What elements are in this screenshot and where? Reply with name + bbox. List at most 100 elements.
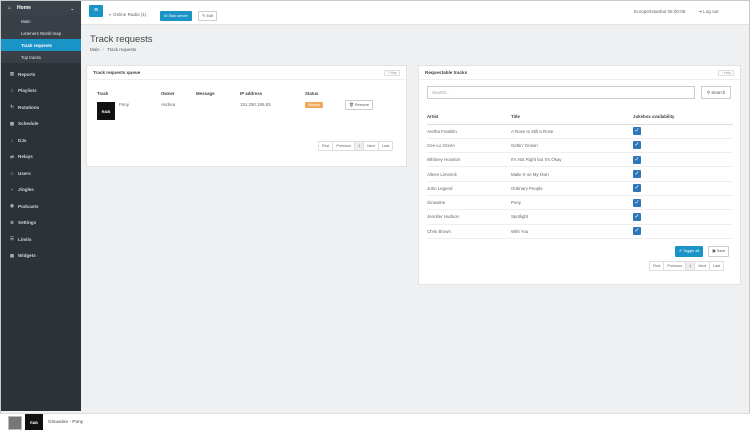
sidebar-item-label: Jingles [18, 187, 34, 193]
save-button[interactable]: ▣ Save [708, 246, 730, 257]
remove-button[interactable]: 🗑︎ Remove [345, 100, 374, 110]
jukebox-availability-cell: ✓ [633, 152, 733, 168]
sidebar-subitem-label: Listeners World map [21, 30, 62, 36]
availability-checkbox[interactable]: ✓ [633, 155, 641, 164]
pagination-previous-button[interactable]: Previous [333, 142, 356, 150]
edit-button[interactable]: ✎ Edit [198, 11, 218, 21]
stat-server-button[interactable]: ⛁ Stat server [160, 11, 192, 21]
sidebar-home-label: Home [17, 5, 31, 11]
sidebar-subitem[interactable]: Track requests [1, 39, 81, 51]
sidebar-item[interactable]: ♪ DJs [1, 132, 81, 149]
status-badge: Viewed [305, 102, 323, 108]
availability-checkbox[interactable]: ✓ [633, 198, 641, 207]
sidebar-item-label: DJs [18, 137, 27, 143]
sidebar-item[interactable]: ☺ Users [1, 165, 81, 182]
search-input[interactable]: Search... [427, 86, 695, 99]
jukebox-availability-cell: ✓ [633, 224, 733, 239]
sidebar-item[interactable]: ↻ Rotations [1, 99, 81, 116]
queue-message-cell [196, 99, 240, 120]
microphone-icon: ♪ [10, 137, 14, 143]
sidebar-item[interactable]: ▥ Reports [1, 66, 81, 83]
sidebar-subitem[interactable]: Listeners World map [1, 27, 81, 39]
radio-selector[interactable]: ▾ Online Radio (1) [109, 12, 146, 17]
tracks-help-button[interactable]: ? Help [718, 70, 734, 76]
queue-track-cell: R&B Pony [97, 99, 161, 120]
queue-track-name: Pony [119, 102, 130, 107]
pagination-last-button[interactable]: Last [379, 142, 392, 150]
calendar-icon: ▦ [9, 120, 15, 126]
sidebar-item[interactable]: ⇄ Relays [1, 149, 81, 166]
pagination-first-button[interactable]: First [319, 142, 334, 150]
pagination-next-button[interactable]: Next [364, 142, 380, 150]
sidebar-subitem[interactable]: Main [1, 15, 81, 27]
sidebar-item[interactable]: ⚙ Settings [1, 215, 81, 232]
sidebar-item-label: Rotations [18, 104, 40, 110]
sidebar-item[interactable]: ◖ Jingles [1, 182, 81, 199]
availability-checkbox[interactable]: ✓ [633, 212, 641, 221]
track-artist-cell: Alleen Limerick [427, 166, 511, 182]
check-icon: ✓ [634, 156, 640, 163]
pagination-1-button[interactable]: 1 [355, 142, 365, 150]
check-icon: ✓ [634, 228, 640, 235]
queue-row: R&B Pony Andrea 151.250.195.83 Viewed 🗑︎ Remo… [97, 99, 399, 120]
track-title-cell: Gettin' Grown [511, 138, 633, 154]
availability-checkbox[interactable]: ✓ [633, 127, 641, 136]
sidebar-item[interactable]: ♫ Playlists [1, 83, 81, 100]
tracks-column-header: Title [511, 109, 633, 125]
table-row: Aretha Franklin A Rose Is Still a Rose ✓ [427, 124, 733, 139]
queue-actions-header [345, 87, 399, 99]
player-thumbnail[interactable] [8, 416, 22, 430]
sidebar-item[interactable]: ▣ Widgets [1, 248, 81, 265]
availability-checkbox[interactable]: ✓ [633, 141, 641, 150]
search-button-label: Search [711, 90, 726, 95]
player-album-art: R&B [25, 414, 43, 430]
queue-table: Track Owner Message IP address Status R&B Pon… [97, 87, 399, 120]
check-icon: ✓ [634, 128, 640, 135]
track-artist-cell: Jennifer Hudson [427, 209, 511, 225]
table-row: Jennifer Hudson Spotlight ✓ [427, 209, 733, 225]
queue-help-button[interactable]: ? Help [384, 70, 400, 76]
availability-checkbox[interactable]: ✓ [633, 170, 641, 179]
availability-checkbox[interactable]: ✓ [633, 227, 641, 236]
check-icon: ✓ [634, 213, 640, 220]
sidebar-subitem[interactable]: Top tracks [1, 51, 81, 63]
queue-column-header: Status [305, 90, 319, 96]
pagination-previous-button[interactable]: Previous [664, 262, 687, 270]
pagination-1-button[interactable]: 1 [686, 262, 696, 270]
availability-checkbox[interactable]: ✓ [633, 184, 641, 193]
tracks-pagination: First Previous 1 Next Last [649, 261, 725, 271]
sidebar-subitem-label: Top tracks [21, 54, 42, 60]
sidebar-subitem-label: Track requests [21, 42, 52, 48]
tracks-column-header: Jukebox availability [633, 109, 733, 125]
page-title: Track requests [90, 34, 153, 45]
chevron-down-icon: ⌄ [70, 5, 74, 11]
sidebar-item[interactable]: ☰ Limits [1, 231, 81, 248]
jukebox-availability-cell: ✓ [633, 209, 733, 225]
sidebar-item[interactable]: ▦ Schedule [1, 116, 81, 133]
pagination-first-button[interactable]: First [650, 262, 665, 270]
breadcrumb-main[interactable]: Main [90, 47, 100, 52]
logout-link[interactable]: ⇥ Log out [698, 9, 718, 15]
queue-pagination: First Previous 1 Next Last [318, 141, 394, 151]
sidebar-item[interactable]: ◉ Podcasts [1, 198, 81, 215]
search-button[interactable]: ⚲ Search [701, 86, 731, 99]
pagination-last-button[interactable]: Last [710, 262, 723, 270]
track-title-cell: It's Not Right but It's Okay [511, 152, 633, 168]
toggle-all-button[interactable]: ✔ Toggle all [675, 246, 704, 257]
relay-icon: ⇄ [10, 153, 14, 159]
track-title-cell: Pony [511, 195, 633, 211]
widgets-icon: ▣ [9, 252, 15, 258]
table-row: Ginuwine Pony ✓ [427, 195, 733, 211]
sidebar-home[interactable]: ⌂ Home ⌄ [1, 1, 81, 15]
pagination-next-button[interactable]: Next [695, 262, 711, 270]
rotation-icon: ↻ [10, 104, 14, 110]
track-title-cell: Make It on My Own [511, 166, 633, 182]
track-title-cell: A Rose Is Still a Rose [511, 124, 633, 139]
tracks-panel-header: Requestable tracks ? Help [419, 66, 740, 80]
sidebar-item-label: Relays [18, 154, 33, 160]
track-artist-cell: Ginuwine [427, 195, 511, 211]
check-icon: ✓ [634, 199, 640, 206]
sidebar-item-label: Settings [18, 220, 37, 226]
menu-toggle-button[interactable]: ≡ [89, 5, 103, 17]
jukebox-availability-cell: ✓ [633, 124, 733, 139]
